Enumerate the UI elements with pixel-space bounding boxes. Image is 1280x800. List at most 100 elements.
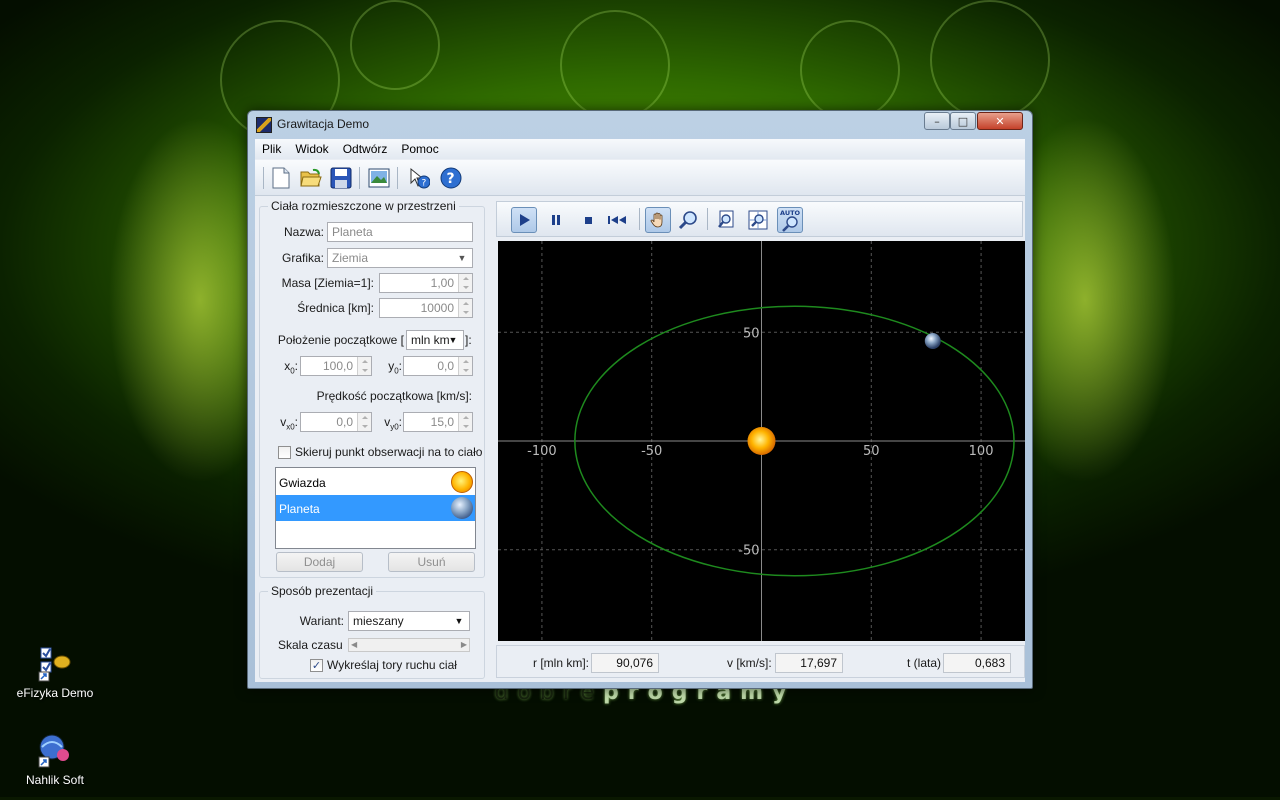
spin-arrows-icon[interactable] (458, 299, 472, 317)
app-window: Grawitacja Demo – □ ✕ Plik Widok Odtwórz… (247, 110, 1033, 689)
simulation-toolbar: AUTO (496, 201, 1023, 237)
y0-value: 0,0 (437, 359, 454, 373)
x-tick-label: 100 (969, 444, 994, 459)
window-client: Plik Widok Odtwórz Pomoc ? ? Ciała rozmi… (255, 139, 1025, 682)
vx0-value: 0,0 (336, 415, 353, 429)
swirl-decoration (800, 20, 900, 120)
graphic-select[interactable]: Ziemia ▼ (327, 248, 473, 268)
star-body (747, 427, 776, 455)
menu-plik[interactable]: Plik (255, 139, 288, 159)
x-tick-label: 50 (863, 444, 880, 459)
variant-label: Wariant: (299, 614, 344, 628)
position-unit-select[interactable]: mln km ▼ (406, 330, 464, 350)
spin-arrows-icon[interactable] (357, 357, 371, 375)
bodies-group: Ciała rozmieszczone w przestrzeni Nazwa:… (259, 199, 485, 578)
hand-icon (650, 212, 663, 228)
bodies-list[interactable]: Gwiazda Planeta (275, 467, 476, 549)
mass-stepper[interactable]: 1,00 (379, 273, 473, 293)
zoom-fit-button[interactable] (745, 207, 771, 233)
vx0-stepper[interactable]: 0,0 (300, 412, 372, 432)
menu-pomoc[interactable]: Pomoc (394, 139, 445, 159)
list-item-planeta[interactable]: Planeta (276, 495, 475, 521)
list-item-label: Planeta (279, 502, 320, 516)
y0-stepper[interactable]: 0,0 (403, 356, 473, 376)
spin-arrows-icon[interactable] (458, 413, 472, 431)
context-help-button[interactable]: ? (407, 166, 431, 190)
position-label: Położenie początkowe [ (277, 333, 404, 347)
velocity-label: Prędkość początkowa [km/s]: (316, 389, 472, 403)
magnifier-icon (678, 211, 697, 230)
swirl-decoration (930, 0, 1050, 120)
orbit-plot[interactable]: -100 -50 50 100 50 -50 (498, 241, 1025, 641)
chevron-down-icon: ▼ (448, 335, 458, 345)
toolbar-separator (359, 167, 360, 189)
menu-bar: Plik Widok Odtwórz Pomoc (255, 139, 1025, 159)
new-file-button[interactable] (269, 166, 293, 190)
open-button[interactable] (299, 166, 323, 190)
pan-button[interactable] (645, 207, 671, 233)
menu-widok[interactable]: Widok (288, 139, 335, 159)
list-item-gwiazda[interactable]: Gwiazda (276, 469, 475, 495)
title-bar[interactable]: Grawitacja Demo – □ ✕ (248, 111, 1032, 139)
x0-stepper[interactable]: 100,0 (300, 356, 372, 376)
timescale-label: Skala czasu (278, 638, 343, 652)
save-button[interactable] (329, 166, 353, 190)
focus-checkbox-label: Skieruj punkt obserwacji na to ciało (295, 445, 483, 459)
desktop-icon-nahlik[interactable]: Nahlik Soft (5, 733, 105, 787)
t-label: t (lata) (907, 656, 942, 670)
play-icon (520, 214, 530, 226)
x-tick-label: -100 (527, 444, 557, 459)
maximize-button[interactable]: □ (950, 112, 976, 130)
play-button[interactable] (511, 207, 537, 233)
add-body-button[interactable]: Dodaj (276, 552, 363, 572)
desktop-icon-efizyka[interactable]: eFizyka Demo (5, 646, 105, 700)
x0-label: x0: (284, 359, 298, 376)
swirl-decoration (350, 0, 440, 90)
focus-checkbox[interactable] (278, 446, 291, 459)
new-file-icon (272, 167, 290, 189)
rewind-button[interactable] (605, 207, 631, 233)
toolbar-separator (263, 167, 264, 189)
draw-paths-label: Wykreślaj tory ruchu ciał (327, 658, 457, 672)
efizyka-icon (37, 646, 73, 682)
svg-text:?: ? (447, 171, 455, 187)
bodies-group-title: Ciała rozmieszczone w przestrzeni (268, 199, 459, 213)
swirl-decoration (560, 10, 670, 120)
minimize-button[interactable]: – (924, 112, 950, 130)
variant-select[interactable]: mieszany ▼ (348, 611, 470, 631)
zoom-button[interactable] (675, 207, 701, 233)
stop-icon (585, 217, 592, 224)
app-logo-icon (256, 117, 272, 133)
spin-arrows-icon[interactable] (458, 274, 472, 292)
vy0-stepper[interactable]: 15,0 (403, 412, 473, 432)
pause-button[interactable] (543, 207, 569, 233)
v-label: v [km/s]: (727, 656, 772, 670)
export-image-button[interactable] (367, 166, 391, 190)
toolbar-separator (707, 208, 708, 230)
close-button[interactable]: ✕ (977, 112, 1023, 130)
draw-paths-checkbox[interactable]: ✓ (310, 659, 323, 672)
desktop-icon-label: Nahlik Soft (25, 773, 85, 787)
status-panel: r [mln km]: 90,076 v [km/s]: 17,697 t (l… (496, 645, 1025, 678)
stop-button[interactable] (575, 207, 601, 233)
export-image-icon (368, 168, 390, 188)
diameter-stepper[interactable]: 10000 (379, 298, 473, 318)
zoom-fit-icon (748, 210, 768, 230)
mass-value: 1,00 (430, 276, 454, 290)
vx0-label: vx0: (280, 415, 298, 432)
simulation-canvas[interactable]: -100 -50 50 100 50 -50 (498, 241, 1025, 641)
remove-body-button[interactable]: Usuń (388, 552, 475, 572)
slider-right-arrow-icon[interactable]: ▶ (461, 639, 467, 651)
auto-zoom-button[interactable]: AUTO (777, 207, 803, 233)
zoom-page-button[interactable] (713, 207, 739, 233)
earth-icon (451, 497, 473, 519)
spin-arrows-icon[interactable] (357, 413, 371, 431)
graphic-select-value: Ziemia (332, 251, 369, 265)
x0-value: 100,0 (322, 359, 353, 373)
help-button[interactable]: ? (439, 166, 463, 190)
timescale-slider[interactable]: ◀ ▶ (348, 638, 470, 652)
menu-odtworz[interactable]: Odtwórz (336, 139, 395, 159)
spin-arrows-icon[interactable] (458, 357, 472, 375)
name-input[interactable]: Planeta (327, 222, 473, 242)
slider-left-arrow-icon[interactable]: ◀ (351, 639, 363, 651)
